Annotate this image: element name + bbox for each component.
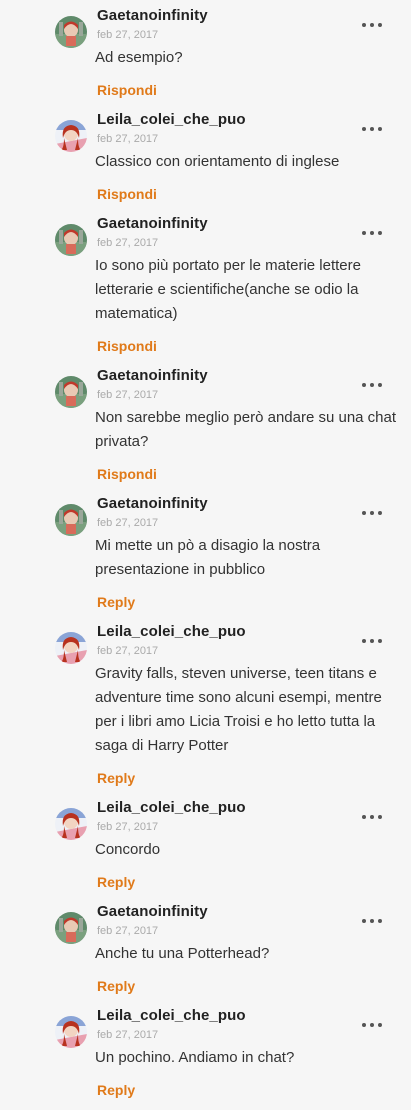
more-options-icon[interactable] (362, 506, 382, 520)
more-options-icon[interactable] (362, 378, 382, 392)
reply-button[interactable]: Rispondi (97, 466, 157, 482)
more-options-icon[interactable] (362, 914, 382, 928)
reply-button[interactable]: Rispondi (97, 186, 157, 202)
username[interactable]: Gaetanoinfinity (97, 215, 208, 232)
more-options-icon[interactable] (362, 18, 382, 32)
comment-text: Gravity falls, steven universe, teen tit… (95, 665, 382, 754)
more-options-icon[interactable] (362, 1018, 382, 1032)
comment-date: feb 27, 2017 (97, 645, 159, 657)
reply-button[interactable]: Rispondi (97, 338, 157, 354)
comment-date: feb 27, 2017 (97, 389, 159, 401)
comment-text: Un pochino. Andiamo in chat? (95, 1049, 295, 1066)
reply-button[interactable]: Rispondi (97, 82, 157, 98)
reply-button[interactable]: Reply (97, 978, 135, 994)
more-options-icon[interactable] (362, 634, 382, 648)
avatar[interactable] (55, 912, 87, 944)
comment-list: Gaetanoinfinity feb 27, 2017 Ad esempio?… (0, 0, 411, 1110)
avatar[interactable] (55, 808, 87, 840)
more-options-icon[interactable] (362, 226, 382, 240)
comment-text: Non sarebbe meglio però andare su una ch… (95, 409, 397, 450)
comment-text: Ad esempio? (95, 49, 183, 66)
comment-text: Anche tu una Potterhead? (95, 945, 270, 962)
avatar[interactable] (55, 120, 87, 152)
comment-text: Mi mette un pò a disagio la nostra prese… (95, 537, 321, 578)
reply-button[interactable]: Reply (97, 594, 135, 610)
avatar[interactable] (55, 504, 87, 536)
username[interactable]: Gaetanoinfinity (97, 495, 208, 512)
username[interactable]: Leila_colei_che_puo (97, 111, 246, 128)
username[interactable]: Leila_colei_che_puo (97, 1007, 246, 1024)
comment-text: Concordo (95, 841, 161, 858)
avatar[interactable] (55, 1016, 87, 1048)
username[interactable]: Gaetanoinfinity (97, 903, 208, 920)
more-options-icon[interactable] (362, 122, 382, 136)
reply-button[interactable]: Reply (97, 874, 135, 890)
comment-date: feb 27, 2017 (97, 29, 159, 41)
more-options-icon[interactable] (362, 810, 382, 824)
comment-date: feb 27, 2017 (97, 517, 159, 529)
username[interactable]: Leila_colei_che_puo (97, 799, 246, 816)
comment-text: Classico con orientamento di inglese (95, 153, 340, 170)
comment-date: feb 27, 2017 (97, 925, 159, 937)
avatar[interactable] (55, 224, 87, 256)
comment-text: Io sono più portato per le materie lette… (95, 257, 361, 322)
comment-date: feb 27, 2017 (97, 133, 159, 145)
comment-date: feb 27, 2017 (97, 821, 159, 833)
reply-button[interactable]: Reply (97, 770, 135, 786)
avatar[interactable] (55, 16, 87, 48)
avatar[interactable] (55, 376, 87, 408)
reply-button[interactable]: Reply (97, 1082, 135, 1098)
avatar[interactable] (55, 632, 87, 664)
comment-date: feb 27, 2017 (97, 237, 159, 249)
username[interactable]: Leila_colei_che_puo (97, 623, 246, 640)
username[interactable]: Gaetanoinfinity (97, 7, 208, 24)
comment-date: feb 27, 2017 (97, 1029, 159, 1041)
username[interactable]: Gaetanoinfinity (97, 367, 208, 384)
